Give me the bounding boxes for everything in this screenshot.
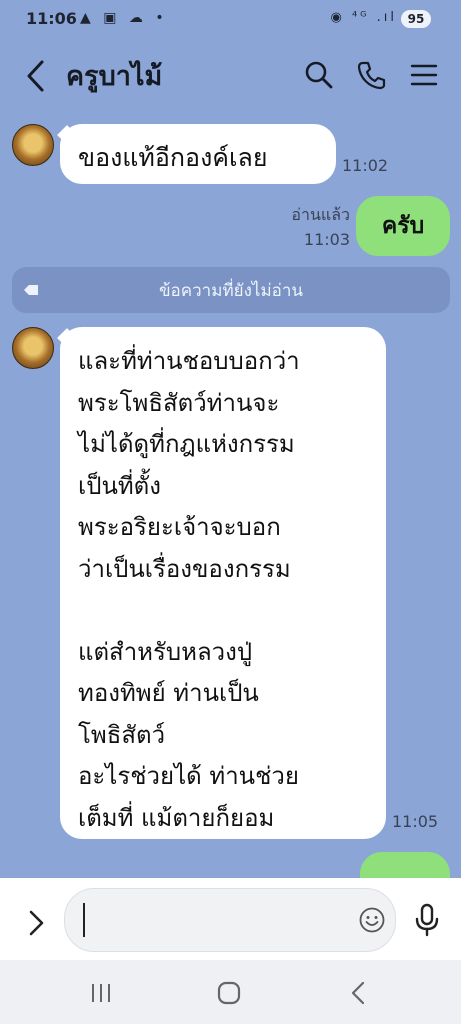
- home-icon[interactable]: [214, 978, 244, 1008]
- message-input[interactable]: [64, 888, 396, 952]
- chat-header: ครูบาไม้: [0, 38, 461, 114]
- message-line: ว่าเป็นเรื่องของกรรม: [78, 554, 291, 583]
- message-line: เต็มที่ แม้ตายก็ยอม: [78, 803, 275, 832]
- message-line: โพธิสัตว์: [78, 720, 166, 749]
- status-bar: 11:06 ▲ ▣ ☁ • ◉ ⁴ᴳ .ıl 95: [0, 0, 461, 38]
- microphone-icon[interactable]: [412, 902, 442, 938]
- emoji-icon[interactable]: [359, 907, 385, 933]
- message-line: [78, 590, 368, 632]
- back-icon[interactable]: [22, 58, 50, 94]
- avatar[interactable]: [12, 327, 54, 369]
- status-time: 11:06: [26, 9, 77, 28]
- message-line: ทองทิพย์ ท่านเป็น: [78, 679, 259, 707]
- recent-apps-icon[interactable]: [86, 978, 116, 1008]
- message-line: พระโพธิสัตว์ท่านจะ: [78, 388, 280, 417]
- battery-icon: 95: [401, 10, 431, 28]
- chevron-right-icon[interactable]: [26, 908, 48, 938]
- search-icon[interactable]: [304, 60, 334, 90]
- read-status: อ่านแล้ว: [291, 205, 350, 224]
- tag-icon: [24, 285, 38, 295]
- unread-label: ข้อความที่ยังไม่อ่าน: [158, 280, 304, 301]
- message-line: แต่สำหรับหลวงปู่: [78, 637, 253, 666]
- message-line: ไม่ได้ดูที่กฎแห่งกรรม: [78, 430, 295, 458]
- message-line: พระอริยะเจ้าจะบอก: [78, 513, 281, 541]
- message-time: 11:02: [342, 156, 389, 175]
- message-text: ครับ: [381, 213, 425, 239]
- avatar[interactable]: [12, 124, 54, 166]
- signal-icons: ◉ ⁴ᴳ .ıl: [330, 10, 397, 25]
- message-bubble[interactable]: และที่ท่านชอบบอกว่า พระโพธิสัตว์ท่านจะ ไ…: [60, 327, 386, 839]
- message-line: อะไรช่วยได้ ท่านช่วย: [78, 762, 299, 790]
- message-bubble[interactable]: ของแท้อีกองค์เลย: [60, 124, 336, 184]
- phone-icon[interactable]: [357, 60, 387, 90]
- message-text: ของแท้อีกองค์เลย: [78, 143, 268, 172]
- text-caret: [83, 903, 85, 937]
- message-input-bar: [0, 878, 461, 960]
- system-navigation-bar: [0, 960, 461, 1024]
- unread-divider: ข้อความที่ยังไม่อ่าน: [12, 267, 450, 313]
- menu-icon[interactable]: [409, 60, 439, 90]
- message-time: 11:05: [392, 812, 439, 831]
- message-bubble-outgoing[interactable]: ครับ: [356, 196, 450, 256]
- message-line: และที่ท่านชอบบอกว่า: [78, 347, 300, 375]
- notification-icons: ▲ ▣ ☁ •: [80, 10, 168, 26]
- back-nav-icon[interactable]: [344, 978, 374, 1008]
- chat-title[interactable]: ครูบาไม้: [66, 54, 162, 97]
- message-line: เป็นที่ตั้ง: [78, 471, 161, 500]
- message-time: 11:03: [303, 230, 350, 249]
